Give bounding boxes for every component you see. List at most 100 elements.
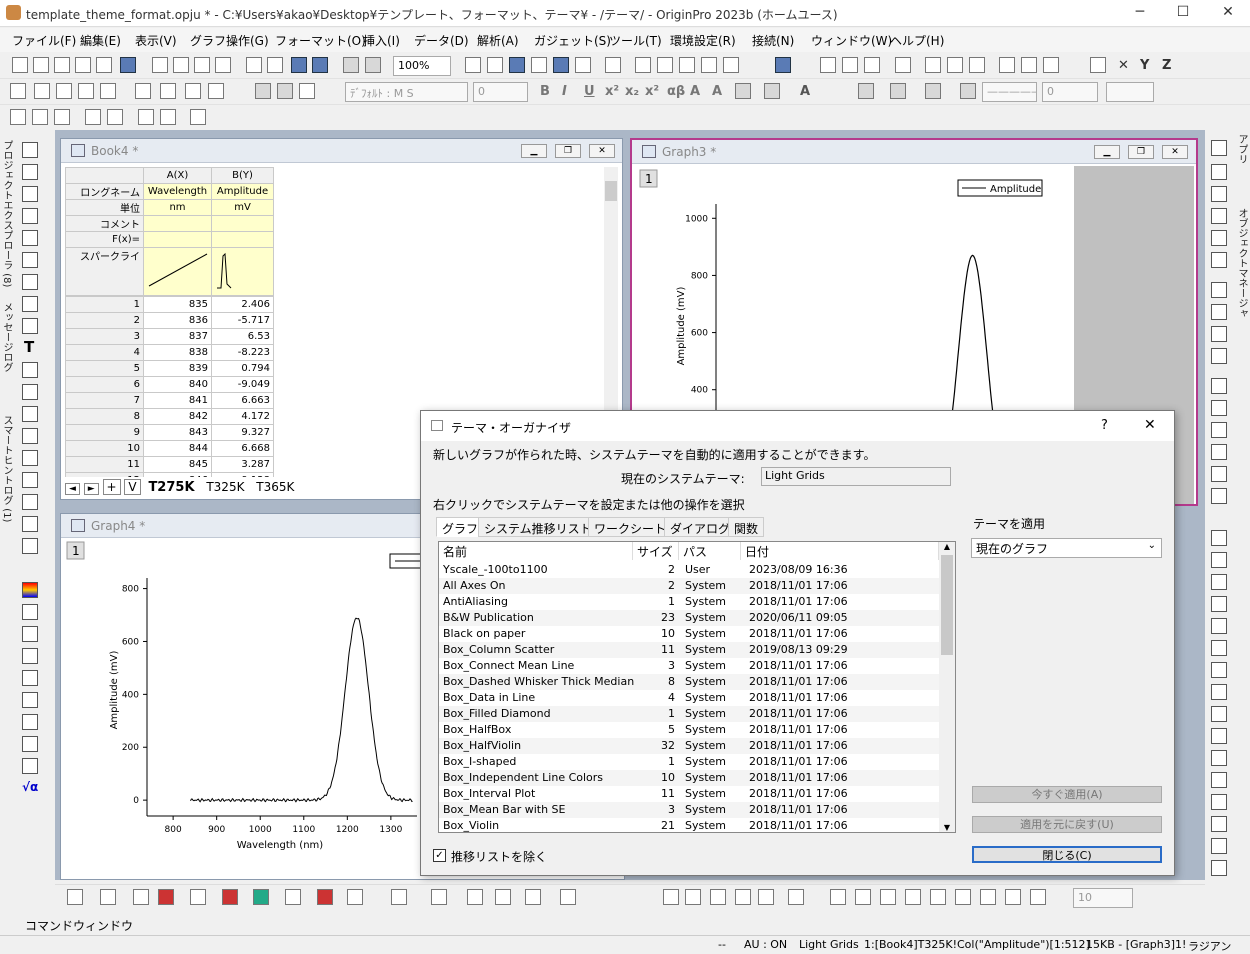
menu-view[interactable]: 表示(V): [135, 32, 177, 49]
tab-worksheet[interactable]: ワークシート: [588, 517, 673, 537]
pin-icon[interactable]: [160, 109, 176, 125]
object-manager-tab[interactable]: オブジェクトマネージャ: [1235, 208, 1249, 318]
filter-icon[interactable]: [999, 57, 1015, 73]
screen-reader-icon[interactable]: [22, 208, 38, 224]
message-log-tab[interactable]: メッセージログ: [0, 302, 14, 372]
row-number[interactable]: 7: [65, 392, 144, 409]
header-path[interactable]: パス: [679, 542, 741, 560]
zoom-icon[interactable]: [120, 57, 136, 73]
zoom-tool-icon[interactable]: [22, 164, 38, 180]
add-plot-icon[interactable]: [1211, 140, 1227, 156]
align-right-icon[interactable]: [1211, 640, 1227, 656]
filter-clear-icon[interactable]: [1021, 57, 1037, 73]
scroll-thumb[interactable]: [605, 181, 617, 201]
new-graph-icon[interactable]: [75, 57, 91, 73]
align-left-icon[interactable]: [1211, 596, 1227, 612]
merge-icon[interactable]: [1211, 750, 1227, 766]
color-plot-icon[interactable]: [560, 889, 576, 905]
cell-b[interactable]: 6.663: [211, 392, 274, 409]
cell-a[interactable]: 841: [143, 392, 212, 409]
list-item[interactable]: AntiAliasing 1 System 2018/11/01 17:06: [439, 594, 939, 610]
sheet-list[interactable]: V: [124, 479, 141, 495]
font-size-combo[interactable]: 0: [473, 82, 528, 102]
book4-close[interactable]: ✕: [589, 144, 615, 158]
equation-icon[interactable]: √α: [22, 780, 38, 794]
3d-light-icon[interactable]: [930, 889, 946, 905]
sort-icon[interactable]: [864, 57, 880, 73]
tab-function[interactable]: 関数: [728, 517, 765, 537]
box-tool-icon[interactable]: [22, 538, 38, 554]
list-item[interactable]: Box_Interval Plot 11 System 2018/11/01 17:0…: [439, 786, 939, 802]
axis-icon[interactable]: [1211, 378, 1227, 394]
region-tool-icon[interactable]: [22, 472, 38, 488]
project-explorer-icon[interactable]: [605, 57, 621, 73]
line-symbol-icon[interactable]: [133, 889, 149, 905]
row-number[interactable]: 3: [65, 328, 144, 345]
maximize-button[interactable]: ☐: [1168, 4, 1198, 22]
3d-frame-icon[interactable]: [1030, 889, 1046, 905]
list-item[interactable]: Box_HalfBox 5 System 2018/11/01 17:06: [439, 722, 939, 738]
distribute-icon[interactable]: [1211, 662, 1227, 678]
3d-fill-icon[interactable]: [955, 889, 971, 905]
image-icon[interactable]: [525, 889, 541, 905]
col-header-a[interactable]: A(X): [143, 167, 212, 184]
smart-hint-log-tab[interactable]: スマートヒントログ (1): [0, 415, 14, 522]
graph-export-icon[interactable]: [56, 83, 72, 99]
shape-tool-icon[interactable]: [22, 428, 38, 444]
italic-button[interactable]: I: [562, 84, 567, 99]
list-item[interactable]: Box_Column Scatter 11 System 2019/08/13 09:…: [439, 642, 939, 658]
3d-plot-icon[interactable]: [347, 889, 363, 905]
copy-format-icon[interactable]: [100, 83, 116, 99]
layer-icon[interactable]: [10, 83, 26, 99]
list-item[interactable]: Box_Violin 21 System 2018/11/01 17:06: [439, 818, 939, 832]
cell-a[interactable]: 846: [143, 472, 212, 477]
apply-now-button[interactable]: 今すぐ適用(A): [972, 786, 1162, 803]
undo-apply-button[interactable]: 適用を元に戻す(U): [972, 816, 1162, 833]
data-selector-icon[interactable]: [22, 252, 38, 268]
enlarge-icon[interactable]: [1211, 252, 1227, 268]
book4-minimize[interactable]: ▁: [521, 144, 547, 158]
font-color-icon[interactable]: A: [800, 84, 810, 99]
rescale-x-icon[interactable]: [1211, 164, 1227, 180]
menu-file[interactable]: ファイル(F): [12, 32, 76, 49]
print-icon[interactable]: [465, 57, 481, 73]
list-item[interactable]: Black on paper 10 System 2018/11/01 17:06: [439, 626, 939, 642]
anchor-tool-icon[interactable]: [22, 516, 38, 532]
units-b[interactable]: mV: [211, 199, 274, 216]
underline-button[interactable]: U: [584, 84, 595, 99]
calendar-icon[interactable]: [701, 57, 717, 73]
3d-z-icon[interactable]: [880, 889, 896, 905]
project-explorer-tab[interactable]: プロジェクトエクスプローラ (8): [0, 140, 14, 287]
font-combo[interactable]: ﾃﾞﾌｫﾙﾄ : M S: [345, 82, 468, 102]
new-function-icon[interactable]: [96, 57, 112, 73]
layout-icon[interactable]: [1211, 794, 1227, 810]
layout-3-icon[interactable]: [1211, 838, 1227, 854]
graph3-close[interactable]: ✕: [1162, 145, 1188, 159]
align-top-icon[interactable]: [1211, 530, 1227, 546]
import-icon[interactable]: [365, 57, 381, 73]
worksheet-icon[interactable]: [657, 57, 673, 73]
box-plot-icon[interactable]: [222, 889, 238, 905]
undo-icon[interactable]: [190, 109, 206, 125]
layout-2-icon[interactable]: [1211, 816, 1227, 832]
layer-link-icon[interactable]: [185, 83, 201, 99]
layer-2-icon[interactable]: [1211, 304, 1227, 320]
color-scale-icon[interactable]: [22, 582, 38, 598]
align-middle-icon[interactable]: [1211, 552, 1227, 568]
graph3-minimize[interactable]: ▁: [1094, 145, 1120, 159]
zoom-combo[interactable]: 100%: [393, 56, 451, 76]
legend-icon[interactable]: [22, 648, 38, 664]
command-window-tab[interactable]: コマンドウィンドウ: [25, 917, 133, 934]
paste-format-icon[interactable]: [135, 83, 151, 99]
menu-help[interactable]: ヘルプ(H): [890, 32, 944, 49]
close-dialog-button[interactable]: 閉じる(C): [972, 846, 1162, 863]
row-number[interactable]: 6: [65, 376, 144, 393]
new-layout-icon[interactable]: [152, 57, 168, 73]
rescale-z-icon[interactable]: [1211, 208, 1227, 224]
cell-a[interactable]: 842: [143, 408, 212, 425]
polar-plot-icon[interactable]: [285, 889, 301, 905]
list-item[interactable]: Box_I-shaped 1 System 2018/11/01 17:06: [439, 754, 939, 770]
axis-6-icon[interactable]: [1211, 488, 1227, 504]
3d-move-icon[interactable]: [735, 889, 751, 905]
longname-b[interactable]: Amplitude: [211, 183, 274, 200]
